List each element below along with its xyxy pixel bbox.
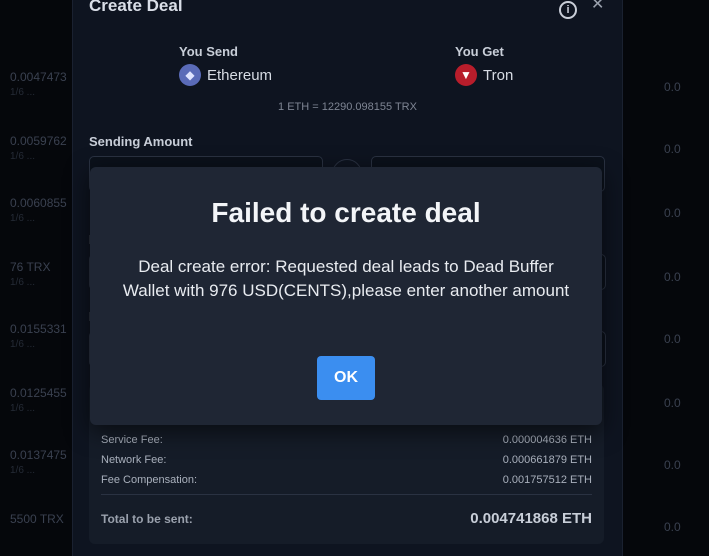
list-item-sub: 1/6 ... (10, 403, 36, 414)
close-icon[interactable]: ✕ (591, 0, 604, 14)
info-icon[interactable]: i (559, 1, 577, 19)
get-coin-name: Tron (483, 66, 514, 84)
network-fee-label: Network Fee: (101, 454, 167, 466)
list-item-sub: 1/6 ... (10, 465, 36, 476)
service-fee-label: Service Fee: (101, 434, 163, 446)
list-item-amount: 0.0047473 (10, 70, 67, 84)
send-coin-name: Ethereum (207, 66, 273, 84)
you-get-label: You Get (455, 44, 504, 59)
error-dialog: Failed to create deal Deal create error:… (90, 167, 602, 425)
list-item: 0.0060855 1/6 ... (10, 196, 67, 224)
list-item-amount: 0.0059762 (10, 134, 67, 148)
list-item-right: 0.0 (664, 80, 681, 94)
exchange-rate: 1 ETH = 12290.098155 TRX (278, 101, 417, 113)
list-item: 0.0047473 1/6 ... (10, 70, 67, 98)
list-item-amount: 0.0155331 (10, 322, 67, 336)
get-coin[interactable]: ▼ Tron (455, 64, 513, 86)
list-item: 5500 TRX (10, 512, 64, 526)
ethereum-icon: ◆ (179, 64, 201, 86)
list-item-right: 0.0 (664, 332, 681, 346)
list-item-sub: 1/6 ... (10, 339, 36, 350)
list-item-right: 0.0 (664, 396, 681, 410)
network-fee-row: Network Fee: 0.000661879 ETH (101, 454, 592, 466)
service-fee-value: 0.000004636 ETH (502, 434, 592, 446)
list-item-right: 0.0 (664, 206, 681, 220)
total-label: Total to be sent: (101, 511, 193, 526)
dialog-message: Deal create error: Requested deal leads … (122, 257, 570, 300)
send-coin[interactable]: ◆ Ethereum (179, 64, 272, 86)
fee-compensation-label: Fee Compensation: (101, 474, 197, 486)
list-item: 0.0059762 1/6 ... (10, 134, 67, 162)
list-item: 0.0155331 1/6 ... (10, 322, 67, 350)
list-item-amount: 5500 TRX (10, 512, 64, 526)
list-item: 0.0137475 1/6 ... (10, 448, 67, 476)
list-item-right: 0.0 (664, 142, 681, 156)
list-item: 0.0125455 1/6 ... (10, 386, 67, 414)
list-item-right: 0.0 (664, 520, 681, 534)
service-fee-row: Service Fee: 0.000004636 ETH (101, 434, 592, 446)
background-list: 0.0047473 1/6 ... 0.0059762 1/6 ... 0.0060… (0, 0, 72, 541)
list-item-amount: 0.0060855 (10, 196, 67, 210)
total-value: 0.004741868 ETH (470, 510, 592, 527)
list-item-sub: 1/6 ... (10, 87, 36, 98)
panel-title: Create Deal (89, 0, 183, 15)
ok-button[interactable]: OK (317, 356, 375, 400)
list-item-amount: 0.0137475 (10, 448, 67, 462)
list-item: 76 TRX 1/6 ... (10, 260, 50, 288)
list-item-sub: 1/6 ... (10, 213, 36, 224)
list-item-sub: 1/6 ... (10, 151, 36, 162)
list-item-right: 0.0 (664, 458, 681, 472)
network-fee-value: 0.000661879 ETH (502, 454, 592, 466)
total-row: Total to be sent: 0.004741868 ETH (101, 510, 592, 527)
dialog-title: Failed to create deal (211, 197, 481, 228)
list-item-amount: 76 TRX (10, 260, 51, 274)
fee-compensation-row: Fee Compensation: 0.001757512 ETH (101, 474, 592, 486)
you-send-label: You Send (179, 44, 238, 59)
list-item-amount: 0.0125455 (10, 386, 67, 400)
fee-compensation-value: 0.001757512 ETH (502, 474, 592, 486)
list-item-right: 0.0 (664, 270, 681, 284)
list-item-sub: 1/6 ... (10, 277, 36, 288)
divider (101, 494, 592, 495)
sending-amount-label: Sending Amount (89, 134, 193, 149)
tron-icon: ▼ (455, 64, 477, 86)
